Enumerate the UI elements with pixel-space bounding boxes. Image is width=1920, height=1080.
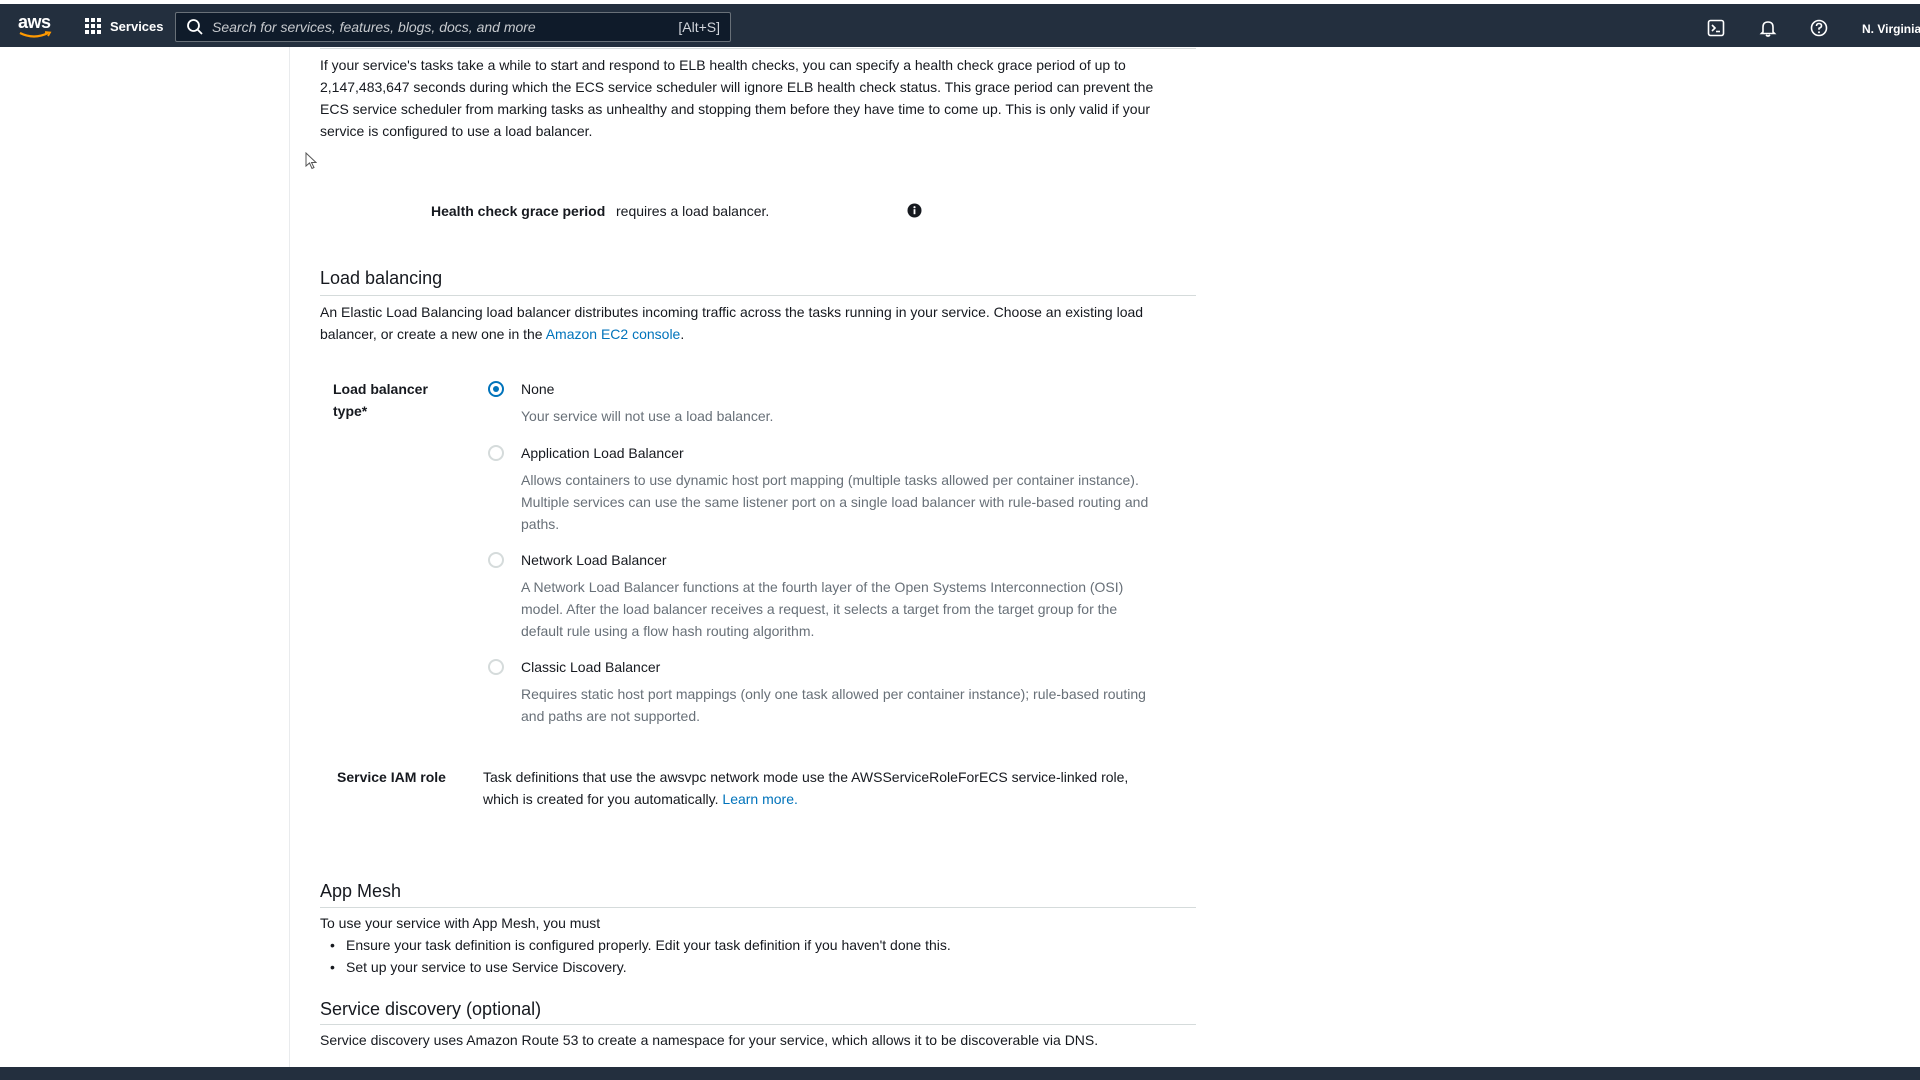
cloudshell-icon[interactable] (1707, 19, 1725, 37)
radio-network-load-balancer-description: A Network Load Balancer functions at the… (521, 579, 1124, 639)
search-icon (187, 19, 203, 35)
radio-network-load-balancer[interactable] (488, 552, 504, 568)
radio-none[interactable] (488, 381, 504, 397)
top-navigation: aws Services [Alt+S] N. Virginia (0, 4, 1920, 47)
footer-bar (0, 1067, 1920, 1080)
radio-classic-load-balancer-label[interactable]: Classic Load Balancer (521, 659, 660, 675)
radio-application-load-balancer-label[interactable]: Application Load Balancer (521, 445, 684, 461)
services-label: Services (110, 18, 164, 34)
radio-network-load-balancer-label[interactable]: Network Load Balancer (521, 552, 667, 568)
load-balancing-description-text: An Elastic Load Balancing load balancer … (320, 304, 1144, 342)
aws-logo[interactable]: aws (18, 13, 54, 39)
info-icon[interactable] (907, 203, 922, 218)
load-balancing-description-end: . (680, 326, 685, 342)
app-mesh-requirements-list: Ensure your task definition is configure… (320, 934, 1180, 978)
health-check-grace-period-value: requires a load balancer. (616, 203, 770, 219)
aws-smile-icon (19, 31, 52, 38)
services-menu-button[interactable]: Services (85, 12, 164, 40)
radio-application-load-balancer-description: Allows containers to use dynamic host po… (521, 472, 1149, 532)
service-discovery-rule (320, 1024, 1196, 1025)
grace-period-description: If your service's tasks take a while to … (320, 57, 1154, 139)
service-discovery-description: Service discovery uses Amazon Route 53 t… (320, 1032, 1099, 1048)
aws-logo-text: aws (18, 12, 51, 32)
radio-application-load-balancer[interactable] (488, 445, 504, 461)
search-input[interactable] (204, 19, 679, 35)
bell-icon[interactable] (1759, 19, 1777, 37)
list-item: Ensure your task definition is configure… (320, 934, 1180, 956)
learn-more-link[interactable]: Learn more. (722, 791, 797, 807)
radio-none-label[interactable]: None (521, 381, 554, 397)
list-item: Set up your service to use Service Disco… (320, 956, 1180, 978)
radio-classic-load-balancer[interactable] (488, 659, 504, 675)
service-iam-role-description: Task definitions that use the awsvpc net… (483, 766, 1163, 810)
service-iam-role-label: Service IAM role (337, 769, 446, 785)
radio-classic-load-balancer-description: Requires static host port mappings (only… (521, 686, 1146, 724)
radio-none-description: Your service will not use a load balance… (521, 408, 774, 424)
search-bar[interactable]: [Alt+S] (175, 12, 731, 42)
apps-grid-icon (85, 18, 101, 34)
load-balancing-description: An Elastic Load Balancing load balancer … (320, 301, 1180, 345)
amazon-ec2-console-link[interactable]: Amazon EC2 console (546, 326, 681, 342)
service-iam-role-text: Task definitions that use the awsvpc net… (483, 769, 1129, 807)
load-balancing-title: Load balancing (320, 268, 443, 288)
service-discovery-title: Service discovery (optional) (320, 999, 542, 1019)
app-mesh-rule (320, 907, 1196, 908)
app-mesh-intro: To use your service with App Mesh, you m… (320, 915, 601, 931)
section-top-rule (320, 48, 1196, 49)
help-icon[interactable] (1810, 19, 1828, 37)
health-check-grace-period-label: Health check grace period (431, 203, 606, 219)
region-selector[interactable]: N. Virginia (1862, 22, 1920, 36)
content-left-border (289, 47, 290, 1067)
mouse-cursor-icon (305, 152, 317, 170)
search-shortcut-hint: [Alt+S] (678, 19, 720, 35)
app-mesh-title: App Mesh (320, 881, 402, 901)
load-balancer-type-label: Load balancer type* (333, 381, 428, 419)
load-balancing-rule (320, 295, 1196, 296)
